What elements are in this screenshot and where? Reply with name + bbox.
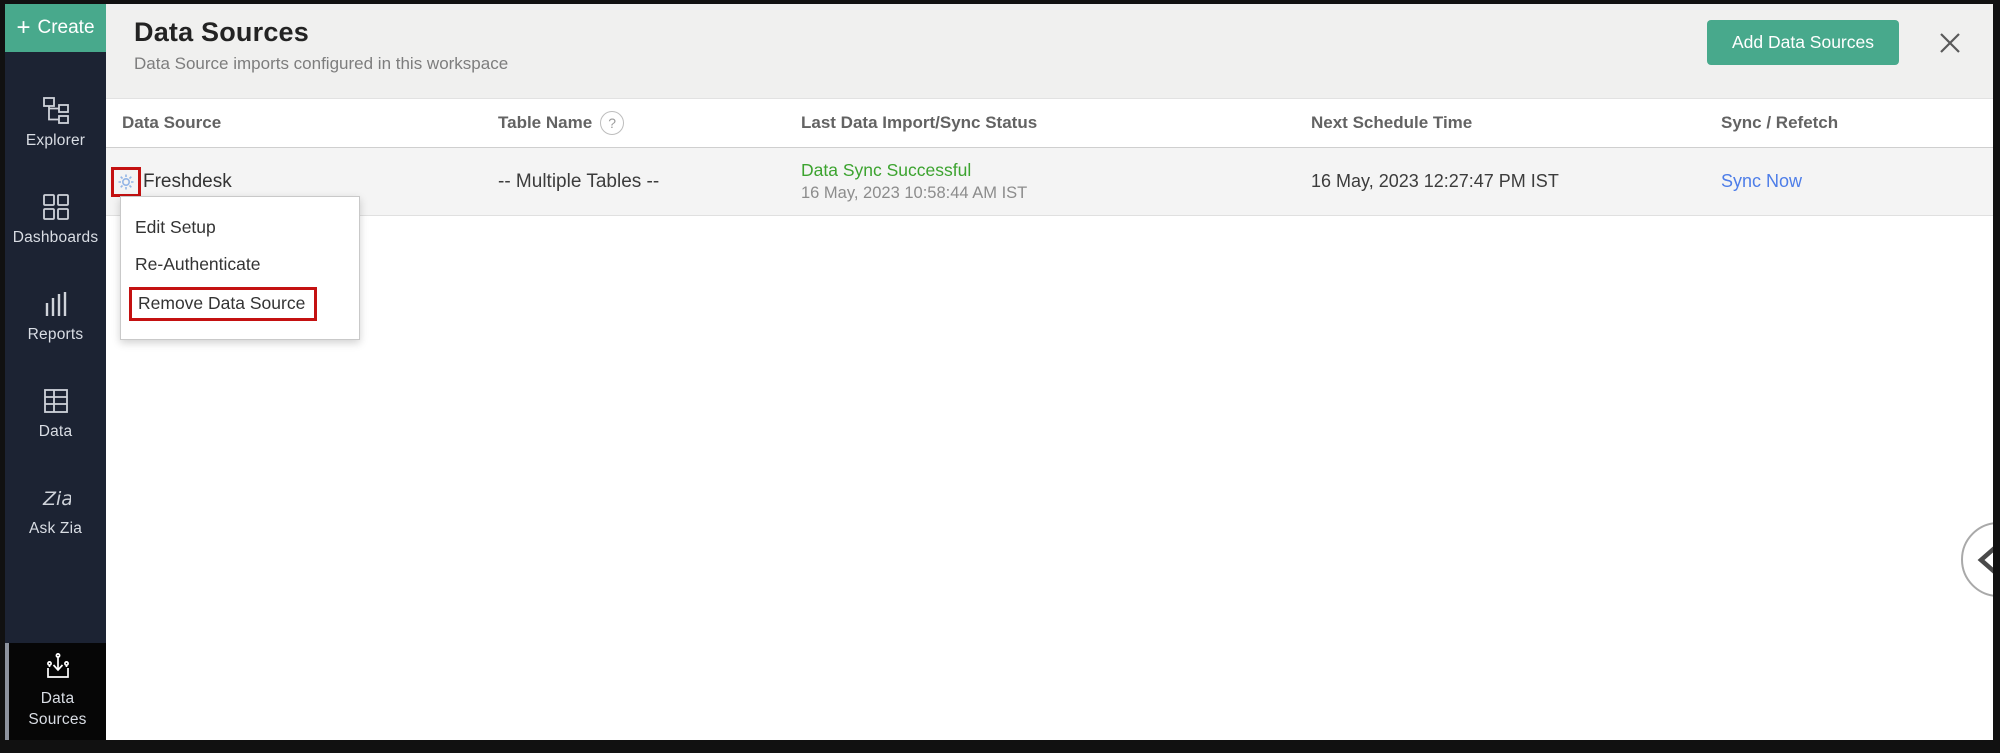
sidebar-item-data-sources[interactable]: Data Sources — [5, 643, 106, 740]
menu-item-re-authenticate[interactable]: Re-Authenticate — [121, 246, 359, 283]
zia-script-icon: Zia — [42, 488, 71, 510]
data-import-icon — [46, 653, 69, 678]
column-header-data-source: Data Source — [122, 113, 222, 132]
column-header-last-import-status: Last Data Import/Sync Status — [801, 113, 1038, 132]
data-source-context-menu: Edit Setup Re-Authenticate Remove Data S… — [120, 196, 360, 340]
plus-icon: + — [16, 14, 31, 41]
data-sources-panel: Data Sources Data Source imports configu… — [106, 4, 1993, 740]
page-header-text: Data Sources Data Source imports configu… — [134, 17, 508, 74]
table-name-cell: -- Multiple Tables -- — [498, 170, 660, 192]
create-button[interactable]: + Create — [5, 4, 106, 52]
sync-status-cell: Data Sync Successful 16 May, 2023 10:58:… — [801, 160, 1311, 203]
help-icon[interactable]: ? — [600, 111, 625, 135]
sidebar-item-label: Data Sources — [28, 690, 87, 728]
create-button-label: Create — [37, 17, 95, 38]
annotation-red-box — [111, 166, 141, 197]
menu-item-edit-setup[interactable]: Edit Setup — [121, 209, 359, 246]
close-x-icon[interactable] — [1937, 30, 1963, 56]
sidebar-nav: Explorer Dashboards Reports Data Zia Ask… — [5, 74, 106, 559]
next-schedule-cell: 16 May, 2023 12:27:47 PM IST — [1311, 171, 1559, 191]
sidebar-item-reports[interactable]: Reports — [5, 268, 106, 365]
column-header-sync-refetch: Sync / Refetch — [1721, 113, 1839, 132]
sidebar-item-label: Ask Zia — [28, 520, 83, 537]
table-icon — [43, 389, 68, 413]
sidebar-item-explorer[interactable]: Explorer — [5, 74, 106, 171]
app-window: + Create Explorer Dashboards Reports Dat… — [0, 0, 2000, 753]
menu-item-remove-data-source[interactable]: Remove Data Source — [121, 283, 359, 329]
table-header-row: Data Source Table Name ? Last Data Impor… — [106, 99, 1993, 148]
dashboard-grid-icon — [42, 194, 69, 220]
data-source-cell: Freshdesk — [106, 166, 498, 197]
sidebar: + Create Explorer Dashboards Reports Dat… — [5, 4, 106, 740]
gear-icon[interactable] — [116, 172, 136, 192]
sync-status-text: Data Sync Successful — [801, 160, 972, 180]
svg-text:Zia: Zia — [42, 488, 71, 510]
data-source-name[interactable]: Freshdesk — [143, 171, 232, 193]
column-header-table-name: Table Name ? — [498, 111, 801, 135]
page-header: Data Sources Data Source imports configu… — [106, 4, 1993, 99]
annotation-red-box: Remove Data Source — [129, 287, 318, 321]
sidebar-item-label: Dashboards — [12, 229, 99, 246]
header-actions: Add Data Sources — [1706, 20, 1963, 65]
sync-now-link[interactable]: Sync Now — [1721, 171, 1802, 191]
sidebar-item-ask-zia[interactable]: Zia Ask Zia — [5, 462, 106, 559]
table-row: Freshdesk -- Multiple Tables -- Data Syn… — [106, 148, 1993, 216]
page-subtitle: Data Source imports configured in this w… — [134, 54, 509, 73]
sitemap-icon — [42, 97, 69, 124]
sidebar-item-label: Data — [38, 423, 73, 440]
sidebar-item-label: Explorer — [25, 132, 86, 149]
sync-action-cell: Sync Now — [1721, 171, 1993, 193]
sync-status-time: 16 May, 2023 10:58:44 AM IST — [801, 184, 1028, 202]
collapse-panel-button[interactable] — [1961, 522, 1993, 597]
add-data-sources-button[interactable]: Add Data Sources — [1706, 20, 1899, 65]
bar-chart-icon — [45, 292, 66, 316]
page-title: Data Sources — [134, 17, 309, 47]
sidebar-item-label: Reports — [27, 326, 84, 343]
chevron-left-icon — [1977, 546, 1993, 573]
sidebar-item-dashboards[interactable]: Dashboards — [5, 171, 106, 268]
sidebar-item-data[interactable]: Data — [5, 365, 106, 462]
column-header-next-schedule: Next Schedule Time — [1311, 113, 1473, 132]
